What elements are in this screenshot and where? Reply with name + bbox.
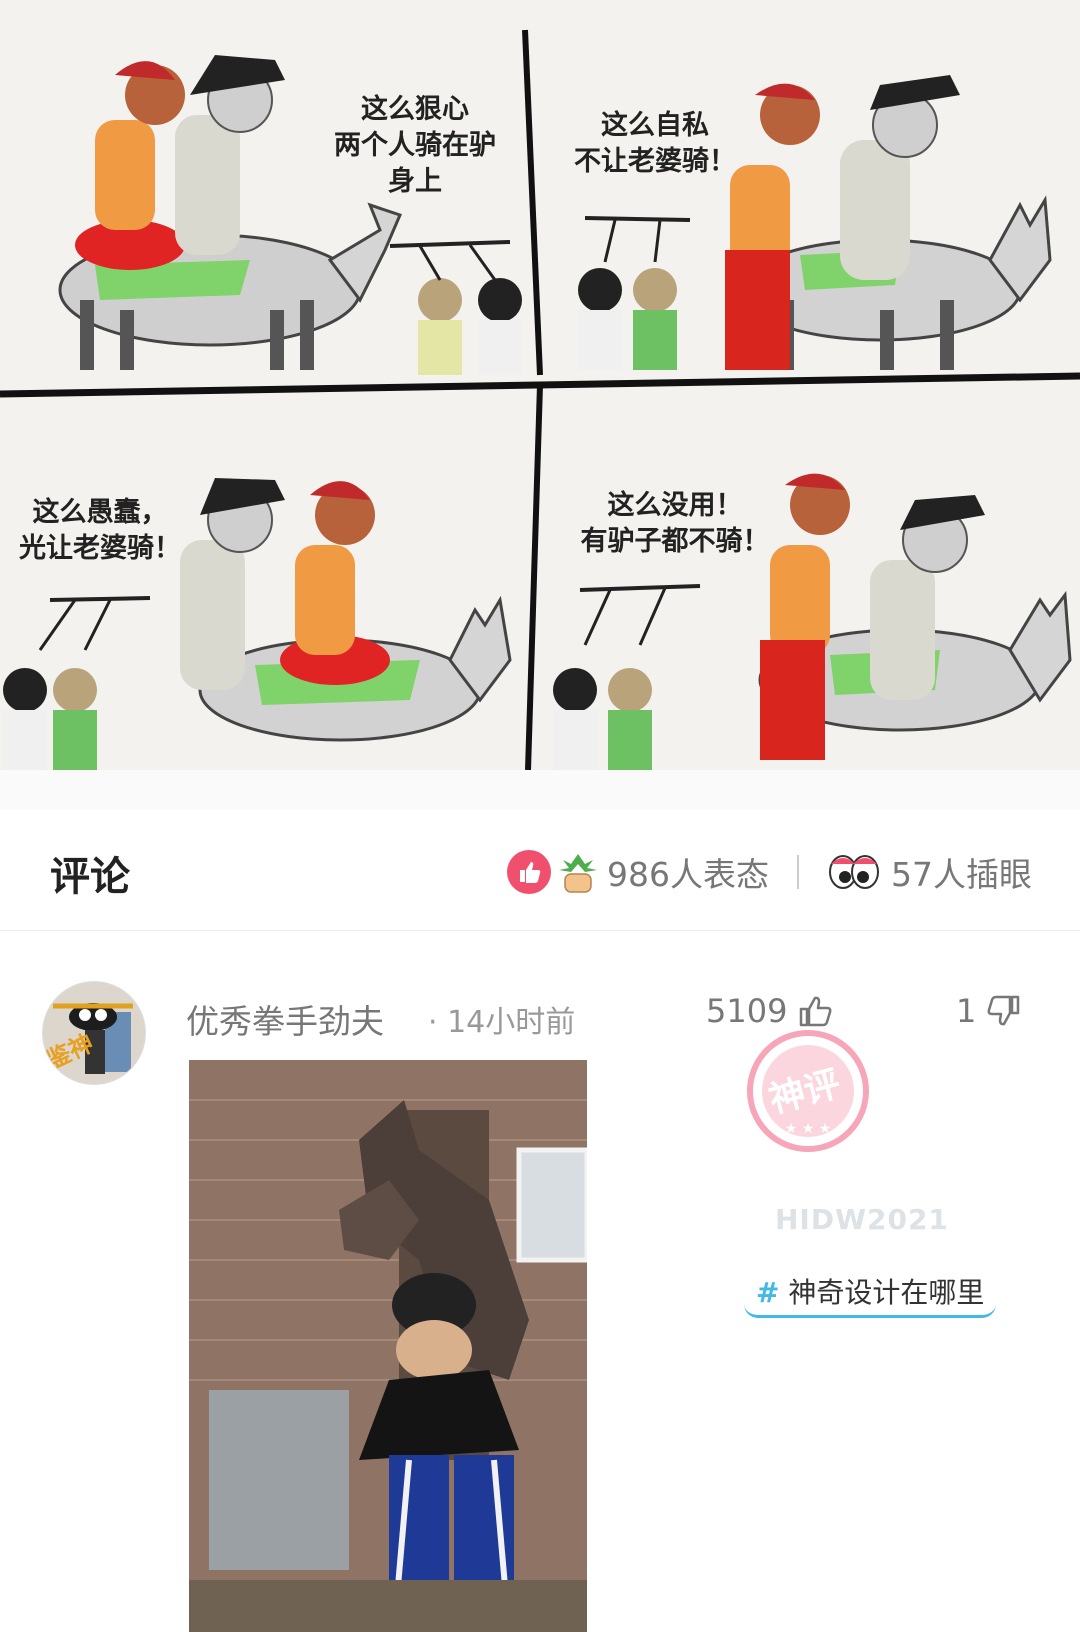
thumbs-down-icon (987, 995, 1020, 1026)
speech-line: 这么狠心 (361, 94, 469, 125)
svg-text:★ ★ ★: ★ ★ ★ (785, 1121, 832, 1137)
reactions-summary[interactable]: 986人表态 57人插眼 (507, 848, 1032, 896)
speech-line: 有驴子都不骑！ (580, 526, 770, 557)
comment-time: · 14小时前 (428, 1005, 576, 1040)
section-gap (0, 770, 1080, 810)
tag-label: 神奇设计在哪里 (788, 1276, 985, 1309)
comic-drawing (0, 29, 1080, 770)
panel-2-speech: 这么自私 不让老婆骑！ (545, 108, 765, 180)
panel-3-speech: 这么愚蠢， 光让老婆骑！ (0, 495, 200, 567)
watermark-text: HIDW2021 (775, 1203, 949, 1236)
comment-photo[interactable] (189, 1060, 587, 1632)
tag-hash: # (756, 1276, 780, 1309)
panel-1-speech: 这么狠心 两个人骑在驴 身上 (315, 92, 515, 200)
eyes-icon (827, 850, 881, 894)
dislike-button[interactable]: 1 (956, 991, 1024, 1031)
reactions-count: 986人表态 (607, 855, 769, 894)
dislike-count: 1 (956, 992, 977, 1030)
avatar[interactable]: 鉴神 (42, 981, 146, 1085)
speech-line: 身上 (388, 166, 442, 197)
speech-line: 两个人骑在驴 (334, 130, 496, 161)
palm-thumbs-up-icon (553, 850, 597, 894)
comment-username[interactable]: 优秀拳手劲夫 (186, 995, 384, 1043)
speech-line: 这么没用！ (607, 490, 743, 521)
comments-title: 评论 (50, 854, 130, 900)
comment-item: 鉴神 优秀拳手劲夫 · 14小时前 5109 1 ★ ★ ★ 神评 HIDW20… (0, 931, 1080, 1632)
speech-line: 不让老婆骑！ (574, 146, 736, 177)
photo-man-carrying-donkey (189, 1060, 587, 1632)
thumbs-up-reaction-icon (507, 850, 551, 894)
panel-4-speech: 这么没用！ 有驴子都不骑！ (555, 488, 795, 560)
speech-line: 这么愚蠢， (32, 497, 168, 528)
comic-image[interactable]: 这么狠心 两个人骑在驴 身上 这么自私 不让老婆骑！ 这么愚蠢， 光让老婆骑！ … (0, 0, 1080, 770)
divider (797, 855, 799, 889)
watch-count: 57人插眼 (891, 855, 1032, 894)
topic-tag[interactable]: # 神奇设计在哪里 (744, 1271, 997, 1318)
speech-line: 这么自私 (601, 110, 709, 141)
comments-header: 评论 986人表态 57人插眼 (0, 810, 1080, 931)
hot-comment-stamp: ★ ★ ★ 神评 (738, 1021, 878, 1161)
speech-line: 光让老婆骑！ (19, 533, 181, 564)
